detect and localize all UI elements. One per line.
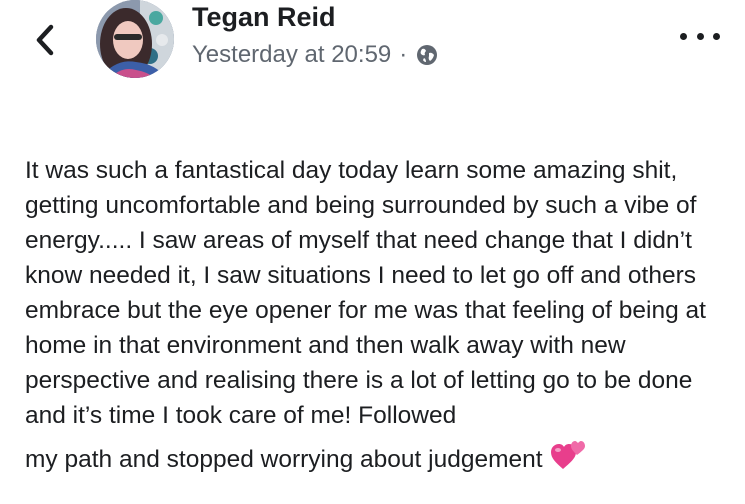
avatar[interactable] [96, 0, 174, 78]
ellipsis-horizontal-icon [680, 32, 720, 40]
globe-icon[interactable] [415, 43, 439, 67]
author-name[interactable]: Tegan Reid [192, 2, 336, 33]
post-paragraph: It was such a fantastical day today lear… [25, 157, 706, 429]
post-last-line: my path and stopped worrying about judge… [25, 441, 740, 481]
timestamp[interactable]: Yesterday at 20:59 [192, 41, 391, 69]
two-hearts-emoji [550, 441, 585, 481]
back-button[interactable] [30, 22, 60, 62]
meta-separator: · [399, 41, 408, 68]
more-options-button[interactable] [680, 26, 720, 46]
post-text: It was such a fantastical day today lear… [25, 118, 740, 504]
chevron-left-icon [34, 23, 56, 62]
post-meta: Yesterday at 20:59 · [192, 40, 439, 70]
post-last-line-text: my path and stopped worrying about judge… [25, 446, 543, 473]
